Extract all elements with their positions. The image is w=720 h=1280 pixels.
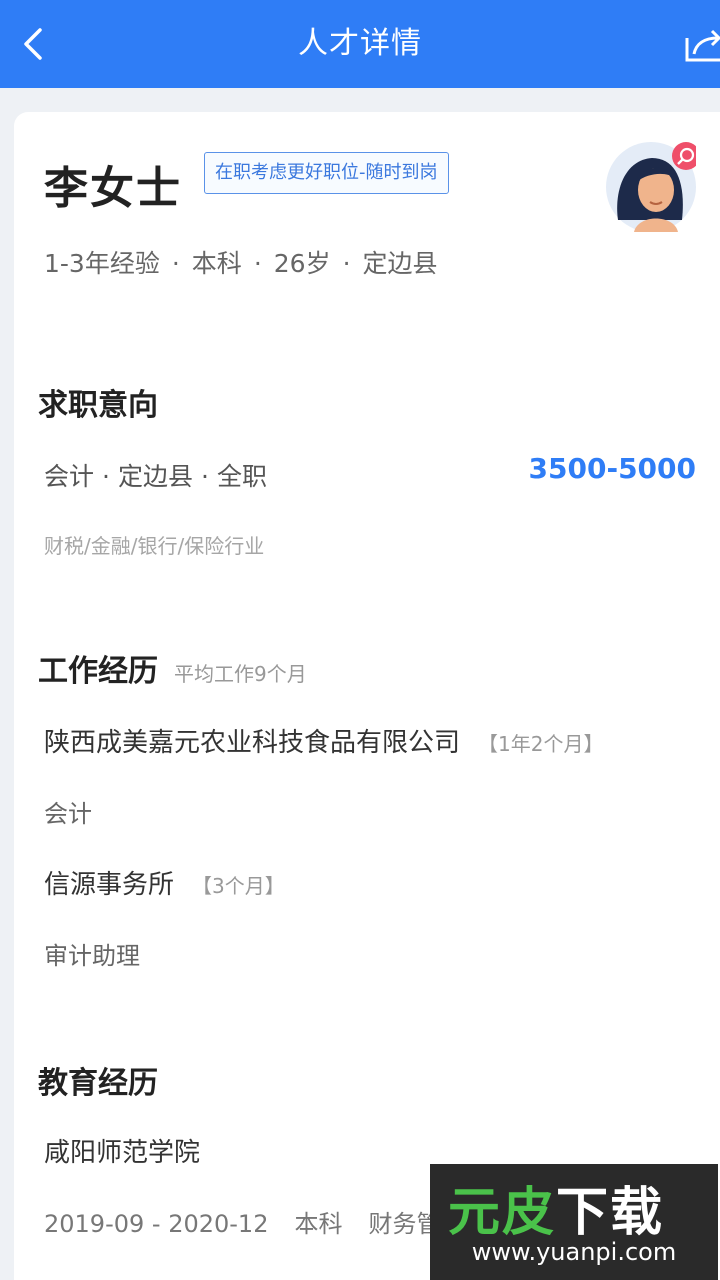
intent-summary: 会计 · 定边县 · 全职 <box>44 457 267 493</box>
separator: · <box>253 249 262 278</box>
intent-job: 会计 <box>44 462 95 491</box>
city: 定边县 <box>362 249 438 278</box>
section-title-work: 工作经历 平均工作9个月 <box>38 646 307 690</box>
job-status-badge: 在职考虑更好职位-随时到岗 <box>204 152 449 194</box>
resume-card: 李女士 在职考虑更好职位-随时到岗 1-3年经验 · 本科 · 26岁 · 定边县 求职意向… <box>14 112 720 1280</box>
education-period: 2019-09 - 2020-12 <box>44 1210 269 1238</box>
candidate-name: 李女士 <box>44 163 182 214</box>
education-details: 2019-09 - 2020-12 本科 财务管 <box>44 1204 466 1239</box>
intent-location: 定边县 <box>117 462 193 491</box>
section-title-education: 教育经历 <box>38 1066 158 1101</box>
school-name: 咸阳师范学院 <box>44 1138 201 1168</box>
watermark: 元皮下载 www.yuanpi.com <box>430 1164 718 1280</box>
section-title-intent: 求职意向 <box>38 388 158 423</box>
separator: · <box>342 249 351 278</box>
company-name: 陕西成美嘉元农业科技食品有限公司 <box>44 728 461 758</box>
separator: · <box>171 249 180 278</box>
separator: · <box>102 462 110 491</box>
work-duration: 【1年2个月】 <box>478 732 604 756</box>
intent-type: 全职 <box>216 462 267 491</box>
watermark-logo-a: 元皮 <box>448 1183 557 1243</box>
work-item-role: 审计助理 <box>44 942 140 970</box>
work-item-company: 信源事务所 【3个月】 <box>44 864 285 901</box>
separator: · <box>200 462 209 491</box>
work-item-company: 陕西成美嘉元农业科技食品有限公司 【1年2个月】 <box>44 722 603 759</box>
app-bar: 人才详情 <box>0 0 720 88</box>
watermark-logo: 元皮下载 <box>448 1170 664 1245</box>
work-item-role: 会计 <box>44 800 92 828</box>
work-duration: 【3个月】 <box>192 874 285 898</box>
candidate-meta: 1-3年经验 · 本科 · 26岁 · 定边县 <box>44 244 438 280</box>
company-name: 信源事务所 <box>44 870 175 900</box>
work-title: 工作经历 <box>38 654 158 689</box>
degree: 本科 <box>191 249 242 278</box>
work-average: 平均工作9个月 <box>174 662 307 686</box>
salary-range: 3500-5000 <box>528 452 696 485</box>
avatar <box>606 142 696 232</box>
watermark-logo-b: 下载 <box>556 1183 665 1243</box>
page-title: 人才详情 <box>298 26 422 61</box>
intent-industry: 财税/金融/银行/保险行业 <box>44 534 265 558</box>
share-icon[interactable] <box>684 26 720 66</box>
age: 26岁 <box>273 249 331 278</box>
watermark-url: www.yuanpi.com <box>471 1238 677 1266</box>
experience: 1-3年经验 <box>44 249 160 278</box>
education-degree: 本科 <box>294 1210 343 1238</box>
